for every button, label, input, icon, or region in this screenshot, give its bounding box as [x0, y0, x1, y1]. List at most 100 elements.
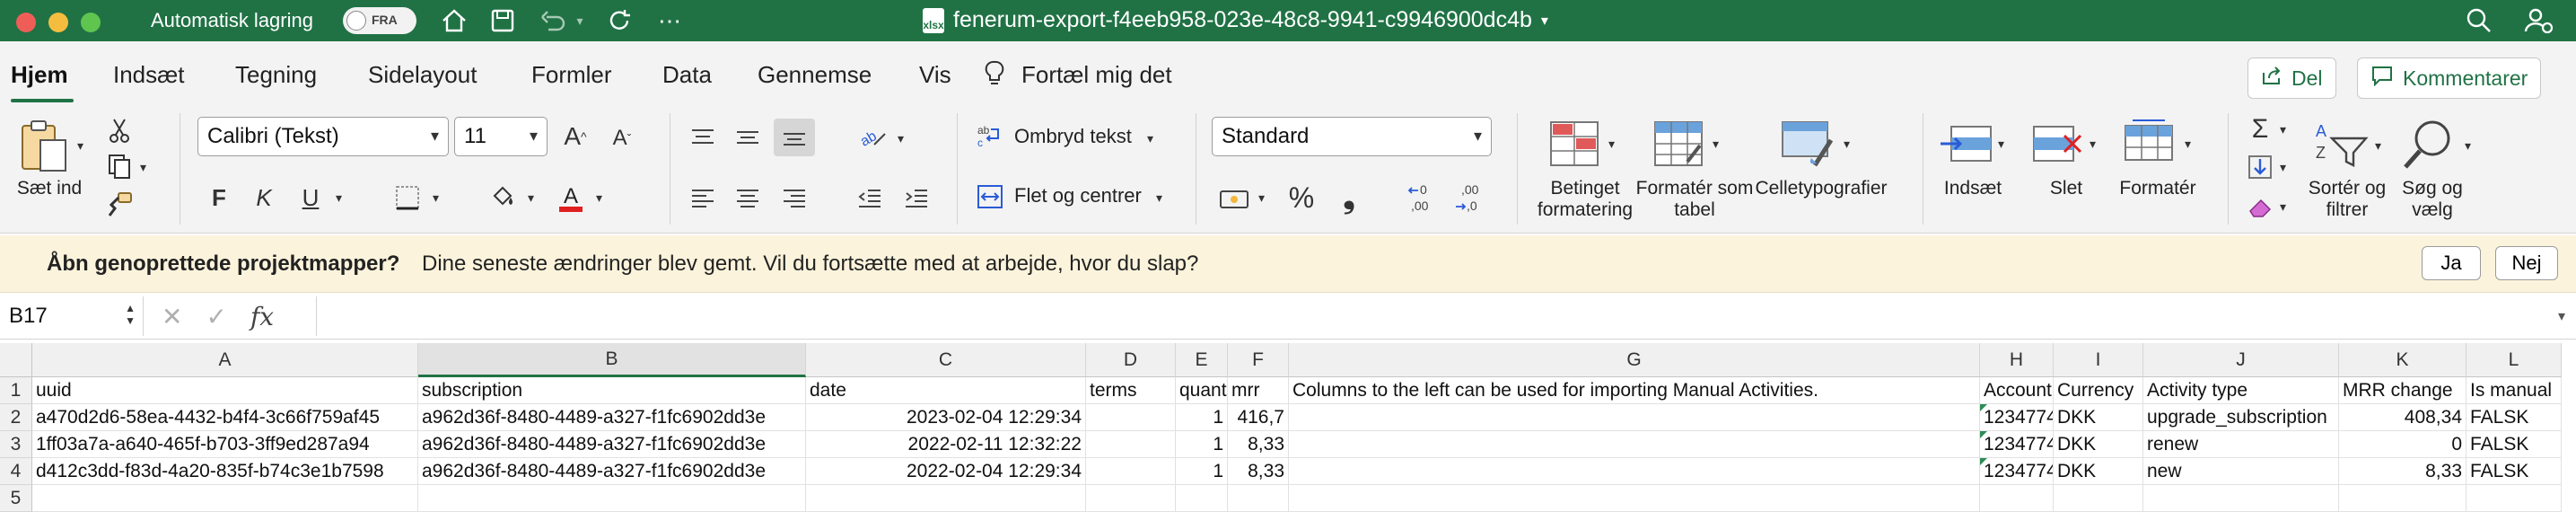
chevron-down-icon[interactable]: ▾: [1541, 12, 1548, 30]
increase-indent-icon[interactable]: [899, 180, 933, 216]
format-label[interactable]: Formatér: [2115, 178, 2201, 199]
name-box-stepper-icon[interactable]: ▲ ▼: [125, 302, 136, 327]
cell-c3[interactable]: 2022-02-11 12:32:22: [806, 431, 1086, 458]
column-header-c[interactable]: C: [806, 343, 1086, 377]
cell-g2[interactable]: [1289, 404, 1980, 431]
column-header-k[interactable]: K: [2339, 343, 2466, 377]
redo-icon[interactable]: [603, 5, 635, 36]
cell-k1[interactable]: MRR change: [2339, 377, 2466, 404]
align-top-icon[interactable]: [686, 120, 720, 154]
cell-h5[interactable]: [1980, 485, 2054, 512]
cell-h3[interactable]: 1234774: [1980, 431, 2054, 458]
find-select-dropdown-icon[interactable]: ▾: [2465, 138, 2471, 154]
format-as-table-label[interactable]: Formatér som tabel: [1635, 178, 1754, 221]
cell-styles-label[interactable]: Celletypografier: [1747, 178, 1896, 199]
merge-dropdown-icon[interactable]: ▾: [1156, 190, 1162, 206]
italic-button[interactable]: K: [248, 180, 280, 216]
wrap-text-button[interactable]: Ombryd tekst: [1014, 126, 1132, 147]
cell-c2[interactable]: 2023-02-04 12:29:34: [806, 404, 1086, 431]
cell-e5[interactable]: [1176, 485, 1228, 512]
percent-style-icon[interactable]: %: [1284, 180, 1319, 216]
tab-page-layout[interactable]: Sidelayout: [368, 61, 477, 89]
expand-formula-icon[interactable]: ▾: [2558, 307, 2565, 325]
cell-g3[interactable]: [1289, 431, 1980, 458]
home-icon[interactable]: [438, 5, 470, 36]
account-icon[interactable]: [2520, 5, 2556, 36]
column-header-f[interactable]: F: [1228, 343, 1289, 377]
cell-k5[interactable]: [2339, 485, 2466, 512]
clear-icon[interactable]: [2244, 190, 2276, 223]
cell-styles-icon[interactable]: [1779, 117, 1836, 171]
cell-i1[interactable]: Currency: [2054, 377, 2143, 404]
fill-color-icon[interactable]: [485, 180, 521, 216]
row-header[interactable]: 2: [0, 404, 32, 431]
cell-k2[interactable]: 408,34: [2339, 404, 2466, 431]
comma-style-icon[interactable]: ❟: [1336, 180, 1362, 216]
copy-icon[interactable]: [104, 151, 135, 181]
cell-b4[interactable]: a962d36f-8480-4489-a327-f1fc6902dd3e: [418, 458, 806, 485]
cell-g4[interactable]: [1289, 458, 1980, 485]
cell-a3[interactable]: 1ff03a7a-a640-465f-b703-3ff9ed287a94: [32, 431, 418, 458]
tell-me-search[interactable]: Fortæl mig det: [1021, 61, 1172, 89]
cell-l3[interactable]: FALSK: [2466, 431, 2562, 458]
cell-b2[interactable]: a962d36f-8480-4489-a327-f1fc6902dd3e: [418, 404, 806, 431]
find-select-icon[interactable]: [2400, 115, 2458, 172]
share-button[interactable]: Del: [2247, 57, 2336, 99]
cell-k4[interactable]: 8,33: [2339, 458, 2466, 485]
cell-g5[interactable]: [1289, 485, 1980, 512]
row-header[interactable]: 3: [0, 431, 32, 458]
merge-center-button[interactable]: Flet og centrer: [1014, 185, 1142, 207]
tab-draw[interactable]: Tegning: [235, 61, 317, 89]
delete-cells-icon[interactable]: [2030, 119, 2088, 169]
cell-f1[interactable]: mrr: [1228, 377, 1289, 404]
column-header-j[interactable]: J: [2143, 343, 2339, 377]
borders-dropdown-icon[interactable]: ▾: [433, 190, 439, 206]
delete-dropdown-icon[interactable]: ▾: [2090, 137, 2096, 152]
autosum-dropdown-icon[interactable]: ▾: [2280, 122, 2286, 137]
cell-l1[interactable]: Is manual: [2466, 377, 2562, 404]
font-size-select[interactable]: 11 ▾: [454, 117, 548, 156]
cell-i2[interactable]: DKK: [2054, 404, 2143, 431]
cell-f5[interactable]: [1228, 485, 1289, 512]
format-as-table-icon[interactable]: [1652, 117, 1705, 171]
column-header-d[interactable]: D: [1086, 343, 1176, 377]
cell-b1[interactable]: subscription: [418, 377, 806, 404]
borders-icon[interactable]: [390, 180, 425, 216]
cell-e4[interactable]: 1: [1176, 458, 1228, 485]
underline-button[interactable]: U: [294, 180, 327, 216]
cell-e3[interactable]: 1: [1176, 431, 1228, 458]
decrease-font-size-icon[interactable]: Aˇ: [605, 120, 639, 156]
decrease-decimal-icon[interactable]: ,00,0: [1452, 178, 1492, 217]
increase-font-size-icon[interactable]: A ^: [556, 119, 594, 154]
maximize-window-button[interactable]: [81, 13, 101, 32]
insert-function-icon[interactable]: fx: [250, 302, 274, 331]
align-bottom-icon[interactable]: [774, 119, 815, 156]
cell-d1[interactable]: terms: [1086, 377, 1176, 404]
cell-l4[interactable]: FALSK: [2466, 458, 2562, 485]
decrease-indent-icon[interactable]: [853, 180, 887, 216]
tab-data[interactable]: Data: [662, 61, 712, 89]
cell-d4[interactable]: [1086, 458, 1176, 485]
comments-button[interactable]: Kommentarer: [2357, 57, 2542, 99]
align-left-icon[interactable]: [686, 180, 720, 216]
accounting-format-icon[interactable]: [1215, 181, 1255, 216]
column-header-e[interactable]: E: [1176, 343, 1228, 377]
cell-e1[interactable]: quantity: [1176, 377, 1228, 404]
save-icon[interactable]: [486, 5, 519, 36]
column-header-b[interactable]: B: [418, 343, 806, 377]
cell-styles-dropdown-icon[interactable]: ▾: [1844, 137, 1850, 152]
cell-a4[interactable]: d412c3dd-f83d-4a20-835f-b74c3e1b7598: [32, 458, 418, 485]
cell-j2[interactable]: upgrade_subscription: [2143, 404, 2339, 431]
cell-i5[interactable]: [2054, 485, 2143, 512]
column-header-h[interactable]: H: [1980, 343, 2054, 377]
format-as-table-dropdown-icon[interactable]: ▾: [1713, 137, 1719, 152]
cell-b3[interactable]: a962d36f-8480-4489-a327-f1fc6902dd3e: [418, 431, 806, 458]
cell-e2[interactable]: 1: [1176, 404, 1228, 431]
column-header-i[interactable]: I: [2054, 343, 2143, 377]
format-cells-icon[interactable]: [2122, 115, 2179, 169]
search-icon[interactable]: [2463, 5, 2495, 36]
cell-g1[interactable]: Columns to the left can be used for impo…: [1289, 377, 1980, 404]
cell-h2[interactable]: 1234774: [1980, 404, 2054, 431]
close-window-button[interactable]: [16, 13, 36, 32]
insert-dropdown-icon[interactable]: ▾: [1998, 137, 2004, 152]
